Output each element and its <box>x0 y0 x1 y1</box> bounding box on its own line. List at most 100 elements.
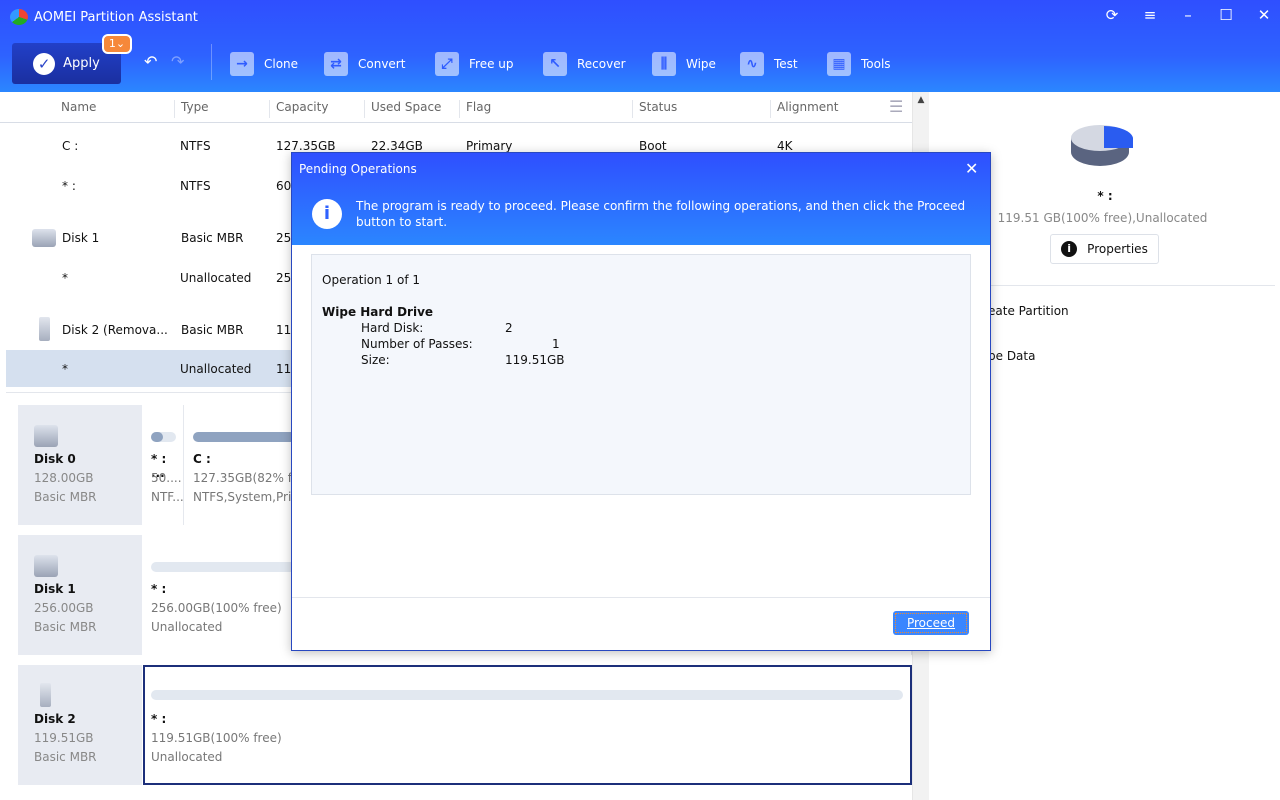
row-name: * : <box>62 179 76 193</box>
usb-drive-icon <box>40 683 51 707</box>
pending-count: 1 <box>108 37 116 50</box>
column-name[interactable]: Name <box>55 100 96 118</box>
free-up-label: Free up <box>469 57 514 71</box>
pending-operations-badge[interactable]: 1⌄ <box>102 34 132 54</box>
row-used: 22.34GB <box>371 139 423 153</box>
tools-label: Tools <box>861 57 891 71</box>
wipe-data-action[interactable]: pe Data <box>988 349 1035 363</box>
test-icon: ∿ <box>740 52 764 76</box>
dialog-header: Pending Operations ✕ i The program is re… <box>292 153 990 245</box>
partition-size: 50.... <box>151 471 182 485</box>
wipe-icon: ⫼ <box>652 52 676 76</box>
info-icon: i <box>312 199 342 229</box>
convert-label: Convert <box>358 57 406 71</box>
minimize-icon[interactable]: – <box>1173 6 1203 24</box>
menu-icon[interactable]: ≡ <box>1135 6 1165 24</box>
row-type: Unallocated <box>180 362 252 376</box>
clone-button[interactable]: → Clone <box>230 50 298 78</box>
sync-icon[interactable]: ⟳ <box>1097 6 1127 24</box>
column-type[interactable]: Type <box>174 100 209 118</box>
row-type: NTFS <box>180 179 211 193</box>
divider <box>292 597 990 598</box>
wipe-label: Wipe <box>686 57 716 71</box>
tools-button[interactable]: ▦ Tools <box>827 50 891 78</box>
row-type: Unallocated <box>180 271 252 285</box>
partition-name: * : <box>151 582 167 596</box>
column-capacity[interactable]: Capacity <box>269 100 328 118</box>
ssd-icon <box>34 425 58 447</box>
detail-label: Number of Passes: <box>361 337 473 351</box>
disk-size: 119.51GB <box>34 731 94 745</box>
recover-label: Recover <box>577 57 626 71</box>
detail-label: Hard Disk: <box>361 321 424 335</box>
operation-title: Wipe Hard Drive <box>322 305 434 319</box>
column-flag[interactable]: Flag <box>459 100 491 118</box>
partition-block-selected[interactable]: * : 119.51GB(100% free) Unallocated <box>143 665 912 785</box>
row-name: * <box>62 271 68 285</box>
column-status[interactable]: Status <box>632 100 677 118</box>
scroll-up-icon[interactable]: ▲ <box>913 95 929 105</box>
partition-info: Unallocated <box>151 750 223 764</box>
detail-value: 1 <box>552 337 560 351</box>
disk-name: Disk 1 <box>34 582 76 596</box>
usb-drive-icon <box>39 317 50 341</box>
toolbar-divider <box>211 44 212 80</box>
create-partition-action[interactable]: eate Partition <box>988 304 1069 318</box>
disk-type: Basic MBR <box>34 750 97 764</box>
redo-icon[interactable]: ↷ <box>171 52 184 71</box>
disk-size: 256.00GB <box>34 601 94 615</box>
column-used-space[interactable]: Used Space <box>364 100 441 118</box>
disk-info: Disk 2 119.51GB Basic MBR <box>18 665 142 785</box>
row-type: Basic MBR <box>181 231 244 245</box>
convert-button[interactable]: ⇄ Convert <box>324 50 405 78</box>
column-settings-icon[interactable]: ☰ <box>889 97 903 116</box>
disk-info: Disk 1 256.00GB Basic MBR <box>18 535 142 655</box>
test-button[interactable]: ∿ Test <box>740 50 798 78</box>
disk-type: Basic MBR <box>34 620 97 634</box>
partition-size: 127.35GB(82% fre <box>193 471 304 485</box>
disk-card-2[interactable]: Disk 2 119.51GB Basic MBR * : 119.51GB(1… <box>18 665 912 785</box>
row-capacity: 60 <box>276 179 292 193</box>
proceed-button[interactable]: Proceed <box>893 611 969 635</box>
column-alignment[interactable]: Alignment <box>770 100 838 118</box>
wipe-button[interactable]: ⫼ Wipe <box>652 50 716 78</box>
free-up-button[interactable]: ⤢ Free up <box>435 50 514 78</box>
check-icon: ✓ <box>33 52 56 75</box>
row-type: Basic MBR <box>181 323 244 337</box>
dialog-message: The program is ready to proceed. Please … <box>356 199 966 229</box>
row-capacity: 127.35GB <box>276 139 336 153</box>
disk-name: Disk 2 <box>34 712 76 726</box>
maximize-icon[interactable]: ☐ <box>1211 6 1241 24</box>
dialog-title: Pending Operations <box>299 162 417 176</box>
detail-value: 2 <box>505 321 513 335</box>
partition-name: * : <box>151 712 167 726</box>
tools-icon: ▦ <box>827 52 851 76</box>
detail-value: 119.51GB <box>505 353 565 367</box>
partition-block[interactable]: * : ... 50.... NTF... <box>143 405 184 525</box>
undo-icon[interactable]: ↶ <box>144 52 157 71</box>
partition-info: Unallocated <box>151 620 223 634</box>
free-up-icon: ⤢ <box>435 52 459 76</box>
close-icon[interactable]: ✕ <box>1249 6 1279 24</box>
app-title: AOMEI Partition Assistant <box>34 10 198 25</box>
test-label: Test <box>774 57 798 71</box>
info-icon: i <box>1061 241 1078 257</box>
ssd-icon <box>32 229 56 247</box>
properties-button[interactable]: i Properties <box>1050 234 1159 264</box>
partition-info: NTF... <box>151 490 184 504</box>
row-name: C : <box>62 139 79 153</box>
clone-label: Clone <box>264 57 299 71</box>
clone-icon: → <box>230 52 254 76</box>
apply-label: Apply <box>63 56 100 71</box>
title-bar: AOMEI Partition Assistant ⟳ ≡ – ☐ ✕ ✓ Ap… <box>0 0 1280 92</box>
partition-name: C : <box>193 452 211 466</box>
operations-list: Operation 1 of 1 Wipe Hard Drive Hard Di… <box>311 254 971 495</box>
partition-size: 256.00GB(100% free) <box>151 601 282 615</box>
dialog-close-icon[interactable]: ✕ <box>965 159 978 178</box>
row-name: Disk 2 (Remova... <box>62 323 168 337</box>
row-type: NTFS <box>180 139 211 153</box>
app-logo-icon <box>10 9 28 25</box>
disk-name: Disk 0 <box>34 452 76 466</box>
pending-operations-dialog: Pending Operations ✕ i The program is re… <box>291 152 991 651</box>
recover-button[interactable]: ↖ Recover <box>543 50 626 78</box>
